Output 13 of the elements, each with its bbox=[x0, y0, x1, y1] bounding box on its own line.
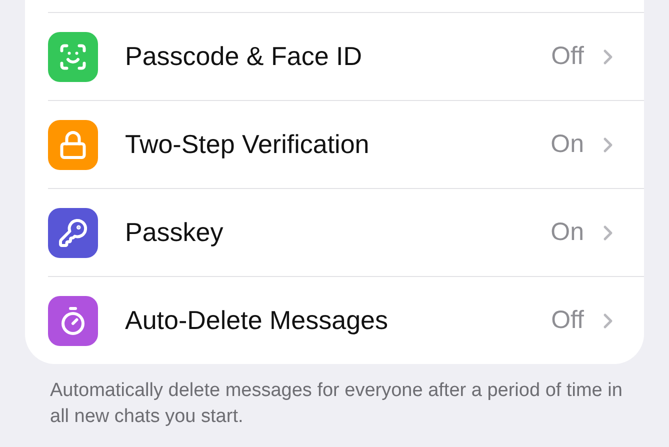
setting-label: Auto-Delete Messages bbox=[125, 305, 390, 336]
setting-value: On bbox=[550, 218, 584, 247]
setting-value: Off bbox=[551, 306, 584, 335]
settings-row[interactable]: Auto-Delete Messages Off bbox=[48, 276, 644, 364]
setting-label: Passkey bbox=[125, 217, 224, 248]
footer-note: Automatically delete messages for everyone after a period of time in all new chats you start. bbox=[50, 379, 624, 429]
settings-row[interactable]: Two-Step Verification On bbox=[48, 100, 644, 188]
settings-row[interactable]: Passkey On bbox=[48, 188, 644, 276]
setting-label: Passcode & Face ID bbox=[125, 41, 363, 72]
settings-row[interactable]: Passcode & Face ID Off bbox=[48, 12, 644, 100]
setting-value: Off bbox=[551, 42, 584, 71]
setting-label: Two-Step Verification bbox=[125, 129, 370, 160]
setting-value: On bbox=[550, 130, 584, 159]
